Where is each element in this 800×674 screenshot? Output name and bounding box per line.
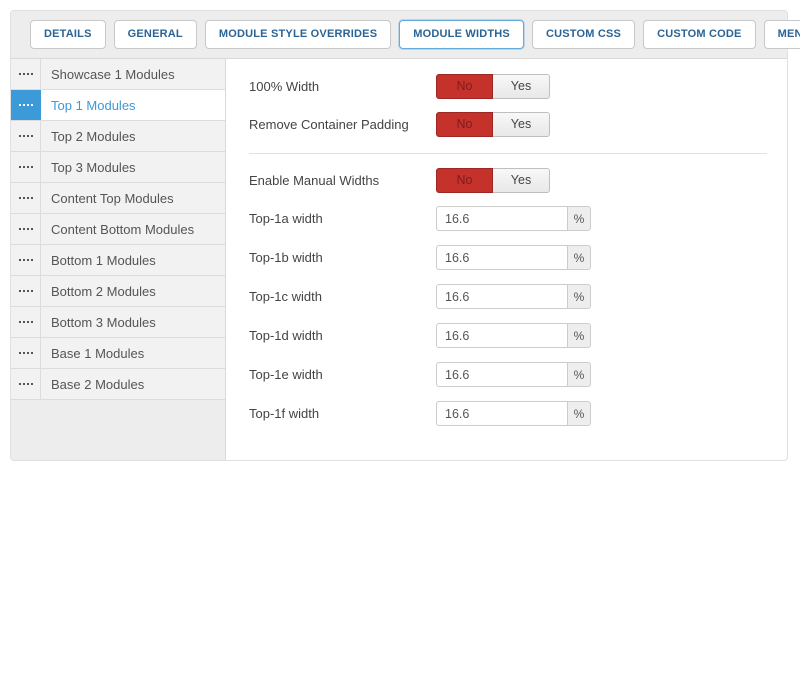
sidebar-item-base-1-modules[interactable]: Base 1 Modules [11, 338, 225, 369]
drag-handle-icon[interactable] [11, 214, 41, 244]
drag-handle-icon[interactable] [11, 369, 41, 399]
drag-handle-icon[interactable] [11, 152, 41, 182]
width-field-row-top-1b-width: Top-1b width% [249, 245, 767, 270]
tab-module-widths[interactable]: MODULE WIDTHS [399, 20, 524, 49]
enable-manual-widths-toggle: NoYes [436, 168, 550, 193]
tab-custom-code[interactable]: CUSTOM CODE [643, 20, 756, 49]
sidebar-item-top-3-modules[interactable]: Top 3 Modules [11, 152, 225, 183]
field-label: Enable Manual Widths [249, 173, 436, 188]
100-width-toggle: NoYes [436, 74, 550, 99]
yes-button[interactable]: Yes [493, 112, 550, 137]
module-positions-sidebar: Showcase 1 ModulesTop 1 ModulesTop 2 Mod… [11, 59, 226, 460]
tab-menu-assignment[interactable]: MENU ASSIGNMENT [764, 20, 800, 49]
top-1c-width-input-group: % [436, 284, 591, 309]
top-1e-width-input-group: % [436, 362, 591, 387]
width-rows: Top-1a width%Top-1b width%Top-1c width%T… [249, 206, 767, 426]
module-widths-content: 100% WidthNoYesRemove Container PaddingN… [226, 59, 787, 460]
width-input[interactable] [436, 362, 568, 387]
field-row-enable-manual-widths: Enable Manual WidthsNoYes [249, 168, 767, 193]
toggle-rows-bottom: Enable Manual WidthsNoYes [249, 168, 767, 193]
sidebar-item-top-2-modules[interactable]: Top 2 Modules [11, 121, 225, 152]
drag-handle-icon[interactable] [11, 307, 41, 337]
sidebar-item-content-top-modules[interactable]: Content Top Modules [11, 183, 225, 214]
width-input[interactable] [436, 401, 568, 426]
field-label: Remove Container Padding [249, 117, 436, 132]
percent-addon: % [567, 245, 591, 270]
top-1a-width-input-group: % [436, 206, 591, 231]
sidebar-item-label: Top 1 Modules [41, 90, 225, 120]
percent-addon: % [567, 206, 591, 231]
width-input[interactable] [436, 206, 568, 231]
field-label: Top-1f width [249, 406, 436, 421]
width-field-row-top-1a-width: Top-1a width% [249, 206, 767, 231]
field-label: Top-1c width [249, 289, 436, 304]
no-button[interactable]: No [436, 74, 493, 99]
percent-addon: % [567, 401, 591, 426]
width-field-row-top-1d-width: Top-1d width% [249, 323, 767, 348]
panel-body: Showcase 1 ModulesTop 1 ModulesTop 2 Mod… [11, 59, 787, 460]
drag-handle-icon[interactable] [11, 276, 41, 306]
top-1b-width-input-group: % [436, 245, 591, 270]
width-field-row-top-1e-width: Top-1e width% [249, 362, 767, 387]
sidebar-item-label: Bottom 1 Modules [41, 245, 225, 275]
sidebar-item-bottom-1-modules[interactable]: Bottom 1 Modules [11, 245, 225, 276]
sidebar-item-bottom-3-modules[interactable]: Bottom 3 Modules [11, 307, 225, 338]
drag-handle-icon[interactable] [11, 338, 41, 368]
top-1f-width-input-group: % [436, 401, 591, 426]
top-1d-width-input-group: % [436, 323, 591, 348]
yes-button[interactable]: Yes [493, 168, 550, 193]
sidebar-item-label: Bottom 3 Modules [41, 307, 225, 337]
field-row-100-width: 100% WidthNoYes [249, 74, 767, 99]
width-field-row-top-1c-width: Top-1c width% [249, 284, 767, 309]
sidebar-item-label: Base 1 Modules [41, 338, 225, 368]
section-divider [249, 153, 767, 154]
no-button[interactable]: No [436, 168, 493, 193]
sidebar-item-label: Content Bottom Modules [41, 214, 225, 244]
field-label: Top-1d width [249, 328, 436, 343]
drag-handle-icon[interactable] [11, 90, 41, 120]
tab-custom-css[interactable]: CUSTOM CSS [532, 20, 635, 49]
field-label: Top-1e width [249, 367, 436, 382]
sidebar-item-label: Top 3 Modules [41, 152, 225, 182]
drag-handle-icon[interactable] [11, 245, 41, 275]
tab-module-style-overrides[interactable]: MODULE STYLE OVERRIDES [205, 20, 391, 49]
percent-addon: % [567, 284, 591, 309]
width-input[interactable] [436, 245, 568, 270]
width-field-row-top-1f-width: Top-1f width% [249, 401, 767, 426]
sidebar-item-label: Content Top Modules [41, 183, 225, 213]
drag-handle-icon[interactable] [11, 121, 41, 151]
no-button[interactable]: No [436, 112, 493, 137]
sidebar-item-base-2-modules[interactable]: Base 2 Modules [11, 369, 225, 400]
tab-bar: DETAILS GENERAL MODULE STYLE OVERRIDES MODU… [11, 11, 787, 59]
field-label: Top-1a width [249, 211, 436, 226]
drag-handle-icon[interactable] [11, 183, 41, 213]
field-label: 100% Width [249, 79, 436, 94]
sidebar-item-label: Base 2 Modules [41, 369, 225, 399]
sidebar-item-showcase-1-modules[interactable]: Showcase 1 Modules [11, 59, 225, 90]
tab-details[interactable]: DETAILS [30, 20, 106, 49]
remove-container-padding-toggle: NoYes [436, 112, 550, 137]
toggle-rows-top: 100% WidthNoYesRemove Container PaddingN… [249, 74, 767, 137]
yes-button[interactable]: Yes [493, 74, 550, 99]
percent-addon: % [567, 323, 591, 348]
width-input[interactable] [436, 323, 568, 348]
sidebar-item-label: Bottom 2 Modules [41, 276, 225, 306]
sidebar-item-content-bottom-modules[interactable]: Content Bottom Modules [11, 214, 225, 245]
sidebar-item-label: Showcase 1 Modules [41, 59, 225, 89]
width-input[interactable] [436, 284, 568, 309]
sidebar-item-top-1-modules[interactable]: Top 1 Modules [11, 90, 225, 121]
tab-general[interactable]: GENERAL [114, 20, 197, 49]
module-settings-panel: DETAILS GENERAL MODULE STYLE OVERRIDES MODU… [10, 10, 788, 461]
field-row-remove-container-padding: Remove Container PaddingNoYes [249, 112, 767, 137]
sidebar-item-bottom-2-modules[interactable]: Bottom 2 Modules [11, 276, 225, 307]
field-label: Top-1b width [249, 250, 436, 265]
sidebar-item-label: Top 2 Modules [41, 121, 225, 151]
drag-handle-icon[interactable] [11, 59, 41, 89]
percent-addon: % [567, 362, 591, 387]
